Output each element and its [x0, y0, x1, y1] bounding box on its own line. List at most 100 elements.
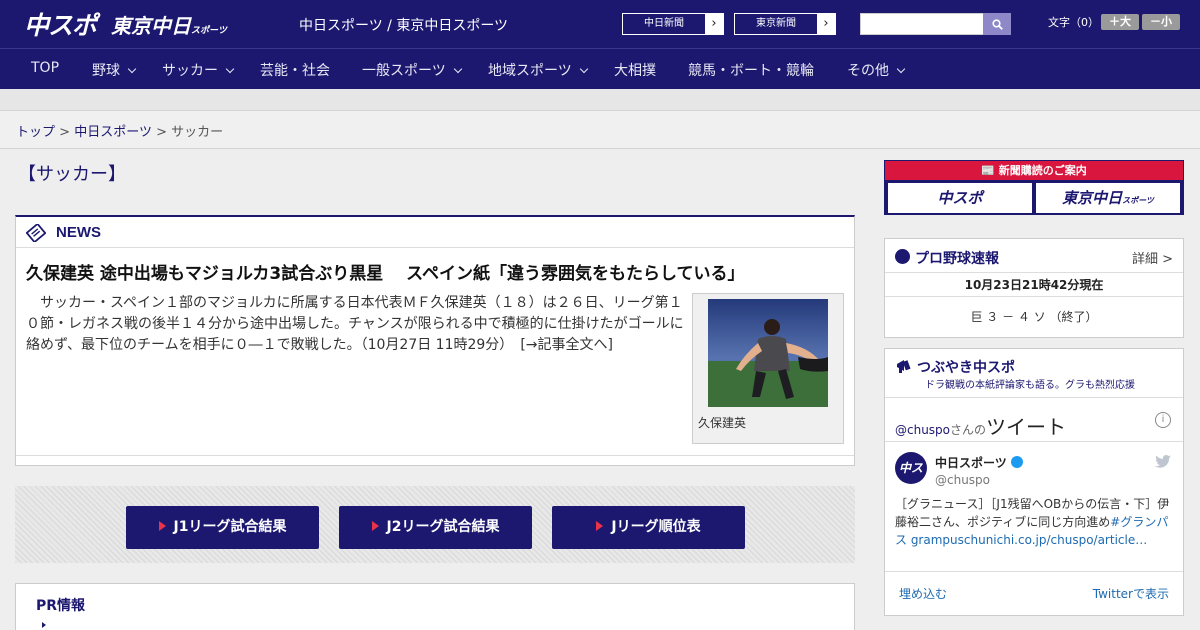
league-button-label: J2リーグ試合結果	[386, 519, 500, 535]
timeline-title: @chuspoさんのツイート	[895, 411, 1066, 440]
chevron-down-icon	[127, 64, 137, 74]
site-label: 中日スポーツ / 東京中日スポーツ	[299, 18, 509, 34]
nav-label: 一般スポーツ	[362, 63, 446, 79]
breadcrumb-separator: >	[156, 125, 167, 140]
subscribe-tokyo-small: スポーツ	[1122, 196, 1154, 205]
chuspo-logo[interactable]: 中スポ	[24, 6, 97, 42]
triangle-right-icon	[596, 521, 604, 531]
tweet-text: ［グラニュース］［J1残留へOBからの伝言・下］伊藤裕二さん、ポジティブに同じ方…	[895, 495, 1177, 549]
pr-panel: PR情報	[15, 583, 855, 630]
baseball-scores-panel: プロ野球速報 詳細 > 10月23日21時42分現在 巨 ３ － ４ ソ （終了…	[884, 238, 1184, 338]
chevron-right-icon: ›	[823, 16, 829, 31]
info-icon[interactable]: i	[1155, 412, 1171, 428]
search-button[interactable]	[983, 13, 1011, 35]
font-increase-button[interactable]: ＋大	[1101, 14, 1139, 30]
photo-caption: 久保建英	[698, 416, 747, 430]
tweet-footer: 埋め込む Twitterで表示	[885, 571, 1183, 613]
j2-results-button[interactable]: J2リーグ試合結果	[339, 506, 532, 549]
search-icon	[991, 18, 1003, 30]
tweet-author[interactable]: 中日スポーツ	[935, 454, 1023, 471]
subscribe-tokyo-button[interactable]: 東京中日スポーツ	[1036, 183, 1180, 213]
nav-item-others[interactable]: その他	[847, 60, 906, 80]
nav-label: 競馬・ボート・競輪	[688, 63, 814, 79]
tweet-panel: つぶやき中スポ ドラ観戦の本紙評論家も語る。グラも熱烈応援 @chuspoさんの…	[884, 348, 1184, 616]
main-nav: TOP 野球 サッカー 芸能・社会 一般スポーツ 地域スポーツ 大相撲 競馬・ボ…	[0, 48, 1200, 89]
breadcrumb-current: サッカー	[171, 125, 224, 140]
view-on-twitter-link[interactable]: Twitterで表示	[1093, 585, 1169, 602]
news-footer	[16, 455, 854, 465]
nav-item-baseball[interactable]: 野球	[92, 60, 137, 80]
nav-item-entertainment[interactable]: 芸能・社会	[260, 60, 330, 80]
league-button-label: J1リーグ試合結果	[173, 519, 287, 535]
tokyo-chunichi-logo[interactable]: 東京中日スポーツ	[111, 10, 227, 39]
nav-item-racing[interactable]: 競馬・ボート・競輪	[688, 60, 814, 80]
twitter-bird-icon[interactable]	[1155, 455, 1171, 468]
league-links-area: J1リーグ試合結果 J2リーグ試合結果 Jリーグ順位表	[15, 486, 855, 563]
news-panel: NEWS 久保建英 途中出場もマジョルカ3試合ぶり黒星 スペイン紙「違う雰囲気を…	[15, 215, 855, 466]
baseball-score[interactable]: 巨 ３ － ４ ソ （終了）	[885, 297, 1183, 337]
triangle-right-icon	[371, 521, 379, 531]
baseball-detail-link[interactable]: 詳細 >	[1132, 248, 1173, 267]
ext-link-label: 東京新聞	[735, 14, 817, 34]
subscribe-title-text: 新聞購読のご案内	[998, 164, 1087, 177]
nav-label: 大相撲	[614, 63, 656, 79]
breadcrumb-home-link[interactable]: トップ	[16, 125, 55, 140]
breadcrumb-separator: >	[59, 125, 71, 140]
chunichi-shimbun-link[interactable]: 中日新聞 ›	[622, 13, 724, 35]
search-input[interactable]	[860, 13, 984, 35]
breadcrumb-section-link[interactable]: 中日スポーツ	[74, 125, 152, 140]
nav-label: 地域スポーツ	[488, 63, 572, 79]
avatar[interactable]: 中スポ	[895, 452, 927, 507]
news-photo-box: 久保建英	[692, 293, 844, 444]
nav-item-top[interactable]: TOP	[31, 60, 59, 76]
verified-badge-icon	[1010, 456, 1023, 468]
triangle-right-icon	[158, 521, 166, 531]
nav-item-soccer[interactable]: サッカー	[162, 60, 235, 80]
tweet-author-name: 中日スポーツ	[935, 456, 1007, 470]
tokyo-shimbun-link[interactable]: 東京新聞 ›	[734, 13, 836, 35]
timeline-user-link[interactable]: @chuspo	[895, 423, 950, 437]
read-more-link[interactable]: [→記事全文へ]	[520, 337, 613, 353]
sub-nav-bar	[0, 89, 1200, 111]
subscribe-banner[interactable]: 📰 新聞購読のご案内 中スポ 東京中日スポーツ	[884, 160, 1184, 215]
baseball-icon	[895, 249, 910, 264]
nav-label: 芸能・社会	[260, 63, 330, 79]
news-headline[interactable]: 久保建英 途中出場もマジョルカ3試合ぶり黒星 スペイン紙「違う雰囲気をもたらして…	[26, 259, 744, 284]
player-photo	[708, 299, 828, 407]
newspaper-icon: 📰	[981, 164, 999, 177]
ext-link-label: 中日新聞	[623, 14, 705, 34]
subscribe-tokyo-label: 東京中日	[1062, 189, 1123, 207]
font-decrease-button[interactable]: －小	[1142, 14, 1180, 30]
tokyo-logo-small: スポーツ	[191, 26, 227, 36]
chevron-down-icon	[453, 64, 462, 74]
chevron-right-icon: ›	[711, 16, 717, 31]
nav-label: 野球	[92, 63, 120, 79]
news-photo[interactable]	[708, 299, 828, 407]
pr-title: PR情報	[36, 598, 86, 614]
chevron-down-icon	[225, 64, 235, 74]
tweet-handle[interactable]: @chuspo	[935, 473, 990, 487]
j-league-standings-button[interactable]: Jリーグ順位表	[552, 506, 745, 549]
tweet-timeline-header: @chuspoさんのツイート i	[885, 397, 1183, 442]
baseball-title: プロ野球速報	[915, 251, 999, 267]
breadcrumb: トップ > 中日スポーツ > サッカー	[16, 121, 223, 140]
megaphone-icon	[897, 360, 911, 373]
breadcrumb-bar: トップ > 中日スポーツ > サッカー	[0, 111, 1200, 149]
tweet-panel-subtitle: ドラ観戦の本紙評論家も語る。グラも熱烈応援	[925, 380, 1135, 391]
nav-item-local-sports[interactable]: 地域スポーツ	[488, 60, 588, 80]
tokyo-logo-text: 東京中日	[111, 14, 191, 38]
news-body: サッカー・スペイン１部のマジョルカに所属する日本代表ＭＦ久保建英（１８）は２６日…	[26, 293, 686, 356]
subscribe-chuspo-button[interactable]: 中スポ	[888, 183, 1032, 213]
subscribe-title: 📰 新聞購読のご案内	[885, 161, 1183, 180]
j1-results-button[interactable]: J1リーグ試合結果	[126, 506, 319, 549]
baseball-header: プロ野球速報 詳細 >	[885, 239, 1183, 273]
embed-link[interactable]: 埋め込む	[899, 585, 947, 602]
nav-item-general-sports[interactable]: 一般スポーツ	[362, 60, 462, 80]
nav-item-sumo[interactable]: 大相撲	[614, 60, 656, 80]
baseball-time: 10月23日21時42分現在	[885, 273, 1183, 297]
news-label: NEWS	[56, 224, 101, 241]
timeline-word: ツイート	[986, 415, 1067, 439]
nav-label: その他	[847, 63, 889, 79]
newspaper-icon	[26, 224, 46, 242]
page-title: 【サッカー】	[18, 164, 126, 185]
